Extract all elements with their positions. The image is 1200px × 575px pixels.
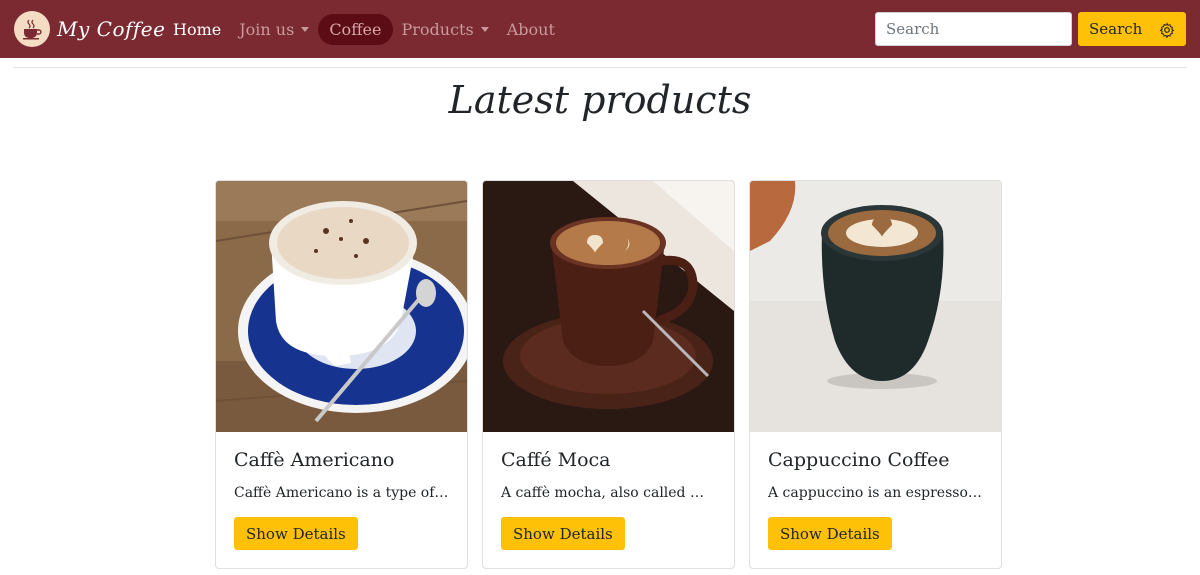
card-title: Caffé Moca	[501, 449, 611, 471]
americano-photo	[216, 181, 467, 432]
product-card: Caffé Moca A caffè mocha, also called mo…	[482, 180, 735, 569]
nav-join-us-label: Join us	[239, 19, 295, 39]
mocha-photo	[483, 181, 734, 432]
product-card: Caffè Americano Caffè Americano is a typ…	[215, 180, 468, 569]
nav-join-us-dropdown[interactable]: Join us	[230, 14, 318, 45]
brand-name: My Coffee	[57, 17, 166, 41]
caret-down-icon	[301, 26, 310, 32]
coffee-cup-logo-icon	[14, 11, 50, 47]
nav-home-label: Home	[173, 19, 222, 39]
nav-about[interactable]: About	[498, 14, 564, 45]
card-text: A caffè mocha, also called mocaccino	[501, 485, 717, 501]
caret-down-icon	[480, 26, 489, 32]
card-title: Caffè Americano	[234, 449, 395, 471]
gear-icon	[1159, 22, 1175, 38]
nav-coffee[interactable]: Coffee	[318, 13, 393, 45]
navbar: My Coffee Home Join us Coffee Products A…	[0, 0, 1200, 58]
search-input[interactable]	[875, 12, 1072, 46]
brand[interactable]: My Coffee	[14, 11, 165, 47]
page-title: Latest products	[448, 78, 752, 122]
nav-products-label: Products	[401, 19, 474, 39]
search-button[interactable]: Search	[1078, 12, 1186, 46]
nav-about-label: About	[506, 19, 555, 39]
search-button-label: Search	[1089, 20, 1143, 38]
show-details-button[interactable]: Show Details	[768, 517, 892, 550]
main-nav: Home Join us Coffee Products About	[164, 12, 564, 46]
card-text: Caffè Americano is a type of coffee drin…	[234, 485, 450, 501]
divider	[13, 67, 1187, 68]
show-details-button[interactable]: Show Details	[234, 517, 358, 550]
nav-home[interactable]: Home	[164, 14, 230, 45]
nav-products-dropdown[interactable]: Products	[393, 14, 498, 45]
product-card: Cappuccino Coffee A cappuccino is an esp…	[749, 180, 1002, 569]
nav-coffee-label: Coffee	[329, 19, 382, 39]
card-text: A cappuccino is an espresso-based drink	[768, 485, 984, 501]
show-details-button[interactable]: Show Details	[501, 517, 625, 550]
card-title: Cappuccino Coffee	[768, 449, 950, 471]
cappuccino-photo	[750, 181, 1001, 432]
